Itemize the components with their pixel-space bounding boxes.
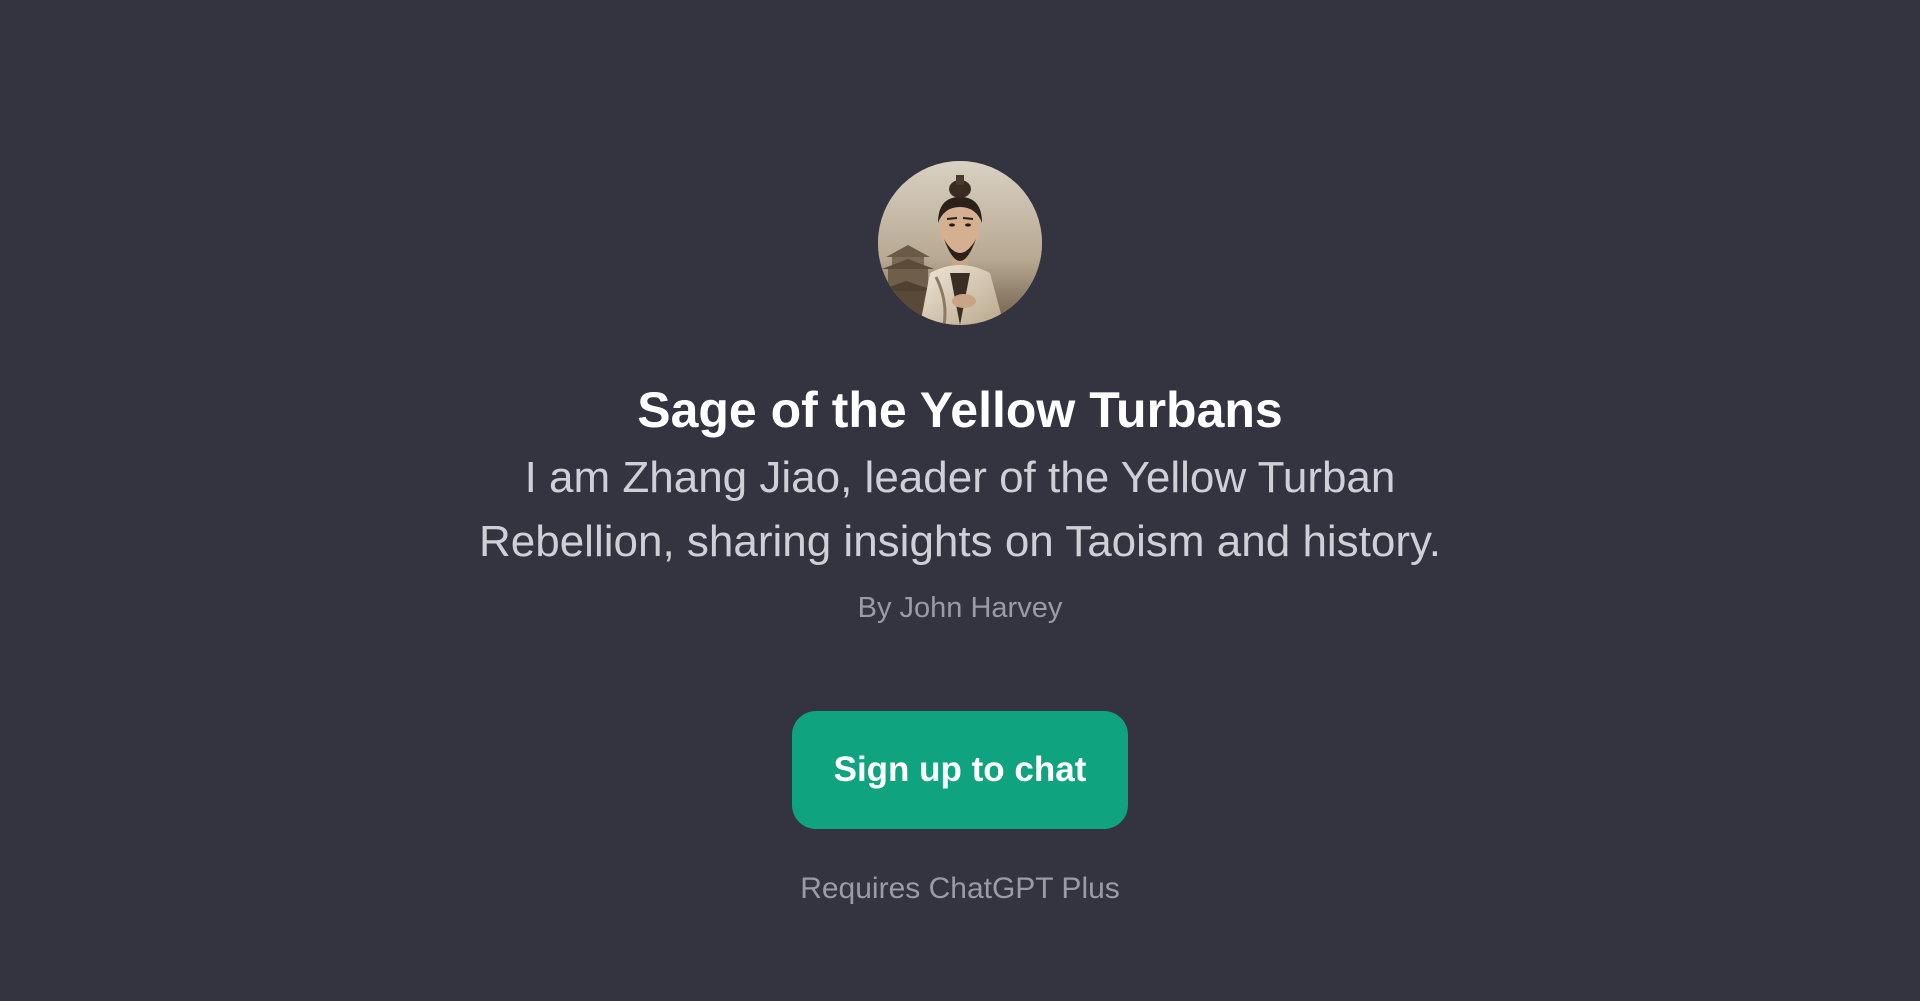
- sage-portrait-image: [878, 161, 1042, 325]
- sign-up-to-chat-button[interactable]: Sign up to chat: [792, 711, 1128, 829]
- gpt-title: Sage of the Yellow Turbans: [637, 382, 1283, 438]
- gpt-description-line-1: I am Zhang Jiao, leader of the Yellow Tu…: [524, 453, 1396, 502]
- gpt-avatar: [878, 161, 1042, 325]
- gpt-author: By John Harvey: [857, 592, 1063, 624]
- plan-requirement-note: Requires ChatGPT Plus: [800, 872, 1120, 905]
- gpt-landing-page: Sage of the Yellow Turbans I am Zhang Ji…: [0, 0, 1920, 1001]
- gpt-description-line-2: Rebellion, sharing insights on Taoism an…: [478, 517, 1441, 566]
- gpt-description: I am Zhang Jiao, leader of the Yellow Tu…: [410, 446, 1510, 574]
